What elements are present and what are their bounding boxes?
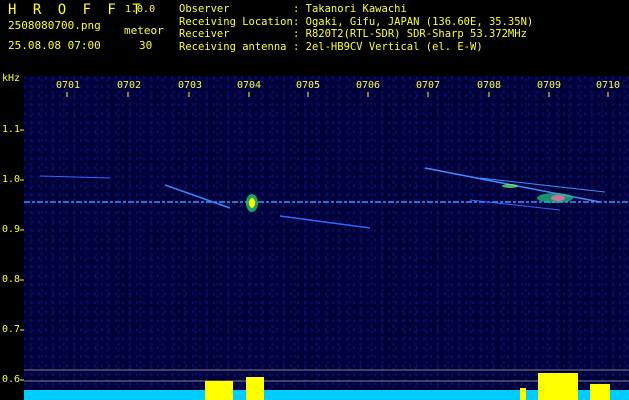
y-tick-marks [20,129,24,381]
x-tick-marks [66,92,609,97]
spectrogram-overlay [20,92,629,400]
spectrum-baseline [24,373,629,400]
meteor-traces [39,167,606,229]
